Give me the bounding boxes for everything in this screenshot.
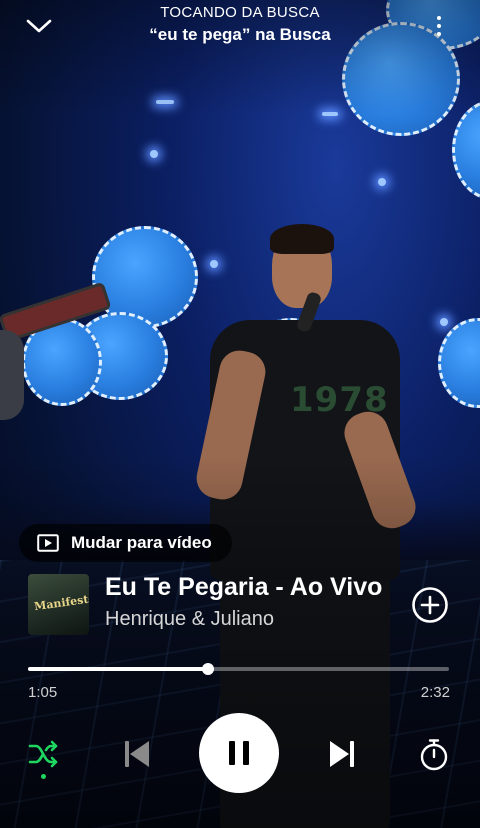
more-vertical-icon-dot — [437, 24, 441, 28]
more-vertical-icon-dot — [437, 32, 441, 36]
play-pause-button[interactable] — [199, 713, 279, 793]
shuffle-icon — [28, 740, 58, 768]
context-eyebrow: TOCANDO DA BUSCA — [160, 4, 320, 21]
chevron-down-icon — [26, 19, 52, 33]
collapse-button[interactable] — [22, 10, 56, 42]
elapsed-time: 1:05 — [28, 684, 58, 701]
player-header: TOCANDO DA BUSCA “eu te pega” na Busca — [0, 0, 480, 56]
pause-icon — [229, 741, 249, 765]
shuffle-active-indicator — [41, 774, 46, 779]
total-time: 2:32 — [420, 684, 450, 701]
playing-context[interactable]: TOCANDO DA BUSCA “eu te pega” na Busca — [100, 4, 380, 48]
skip-previous-icon — [125, 741, 149, 767]
progress-fill — [28, 667, 209, 671]
progress-bar[interactable] — [28, 663, 449, 675]
cover-title: Manifesto — [33, 591, 89, 614]
album-cover[interactable]: Manifesto — [28, 574, 89, 635]
track-title[interactable]: Eu Te Pegaria - Ao Vivo — [105, 573, 382, 602]
previous-button[interactable] — [118, 734, 156, 774]
more-options-button[interactable] — [428, 10, 450, 42]
next-button[interactable] — [323, 734, 361, 774]
skip-next-icon — [330, 741, 354, 767]
add-circle-icon — [412, 587, 448, 623]
video-background: 1978 — [0, 0, 480, 828]
video-play-icon — [37, 534, 59, 552]
add-to-library-button[interactable] — [411, 586, 449, 624]
more-vertical-icon — [437, 16, 441, 20]
context-title: “eu te pega” na Busca — [149, 25, 331, 44]
shuffle-button[interactable] — [26, 736, 62, 772]
switch-to-video-label: Mudar para vídeo — [71, 533, 212, 552]
switch-to-video-button[interactable]: Mudar para vídeo — [19, 524, 232, 562]
track-artist[interactable]: Henrique & Juliano — [105, 608, 274, 631]
sleep-timer-button[interactable] — [416, 736, 452, 774]
sleep-timer-icon — [420, 739, 448, 771]
video-overlay — [0, 0, 480, 828]
